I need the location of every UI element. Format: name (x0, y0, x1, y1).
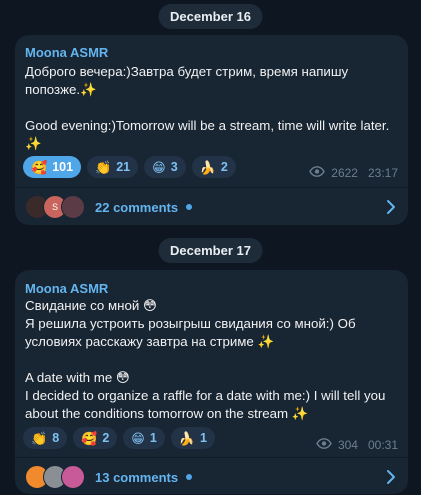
post-line: I decided to organize a raffle for a dat… (25, 388, 386, 403)
reaction-count: 3 (170, 160, 178, 174)
post-meta: 2622 23:17 (309, 166, 398, 180)
date-separator: December 16 (158, 4, 263, 29)
reaction-emoji: 😁 (131, 430, 145, 446)
post-line: Доброго вечера:)Завтра будет стрим, врем… (25, 64, 349, 79)
channel-post: Moona ASMR Свидание со мной 😳 Я решила у… (15, 270, 408, 494)
comments-count[interactable]: 13 comments (95, 470, 178, 485)
post-text: Доброго вечера:)Завтра будет стрим, врем… (25, 63, 398, 153)
comments-link[interactable]: 13 comments (15, 459, 408, 495)
reaction-count: 21 (116, 160, 131, 174)
reaction-button[interactable]: 🍌 1 (170, 427, 215, 449)
reaction-count: 2 (220, 160, 228, 174)
reaction-emoji: 👏 (95, 159, 112, 175)
post-author[interactable]: Moona ASMR (25, 45, 108, 60)
divider (15, 457, 408, 458)
eye-icon (316, 438, 332, 452)
date-separator: December 17 (158, 238, 263, 263)
view-count: 2622 (331, 166, 358, 180)
post-line (25, 351, 398, 369)
post-line: Свидание со мной 😳 (25, 298, 157, 313)
comments-link[interactable]: S 22 comments (15, 189, 408, 225)
reaction-button[interactable]: 🍌 2 (191, 156, 236, 178)
post-meta: 304 00:31 (316, 438, 398, 452)
reaction-emoji: 🍌 (199, 159, 216, 175)
post-line: попозже.✨ (25, 82, 97, 97)
avatar (61, 195, 85, 219)
reaction-emoji: 👏 (31, 430, 48, 446)
reaction-button[interactable]: 😁 3 (144, 156, 186, 178)
reaction-emoji: 🥰 (31, 159, 48, 175)
comments-count[interactable]: 22 comments (95, 200, 178, 215)
channel-post: Moona ASMR Доброго вечера:)Завтра будет … (15, 35, 408, 225)
reaction-count: 8 (52, 431, 60, 445)
avatar (61, 465, 85, 489)
eye-icon (309, 166, 326, 180)
unread-dot (186, 204, 193, 210)
chevron-right-icon[interactable] (386, 469, 396, 490)
divider (15, 187, 408, 188)
commenter-avatars (25, 465, 91, 489)
post-line: Я решила устроить розыгрыш свидания со м… (25, 316, 356, 331)
post-time: 23:17 (367, 166, 398, 180)
post-text: Свидание со мной 😳 Я решила устроить роз… (25, 297, 398, 423)
unread-dot (186, 474, 193, 480)
reaction-count: 1 (149, 431, 157, 445)
reaction-emoji: 🍌 (178, 430, 195, 446)
post-line: условиях расскажу завтра на стриме ✨ (25, 334, 275, 349)
commenter-avatars: S (25, 195, 91, 219)
reaction-button[interactable]: 🥰 2 (73, 427, 118, 449)
post-line: about the conditions tomorrow on the str… (25, 406, 309, 421)
reaction-button[interactable]: 🥰 101 (23, 156, 82, 178)
post-line: Good evening:)Tomorrow will be a stream,… (25, 118, 390, 133)
reaction-button[interactable]: 👏 8 (23, 427, 68, 449)
post-line: ✨ (25, 136, 42, 151)
post-author[interactable]: Moona ASMR (25, 281, 108, 296)
reaction-emoji: 😁 (152, 159, 166, 175)
reaction-button[interactable]: 👏 21 (87, 156, 139, 178)
reactions-bar: 👏 8 🥰 2 😁 1 🍌 1 (23, 427, 215, 449)
post-line (25, 99, 398, 117)
reaction-count: 101 (52, 160, 74, 174)
chevron-right-icon[interactable] (386, 199, 396, 220)
reaction-count: 1 (199, 431, 207, 445)
post-line: A date with me 😳 (25, 370, 130, 385)
reactions-bar: 🥰 101 👏 21 😁 3 🍌 2 (23, 156, 236, 178)
reaction-count: 2 (102, 431, 110, 445)
reaction-emoji: 🥰 (81, 430, 98, 446)
view-count: 304 (337, 438, 358, 452)
reaction-button[interactable]: 😁 1 (123, 427, 165, 449)
post-time: 00:31 (367, 438, 398, 452)
